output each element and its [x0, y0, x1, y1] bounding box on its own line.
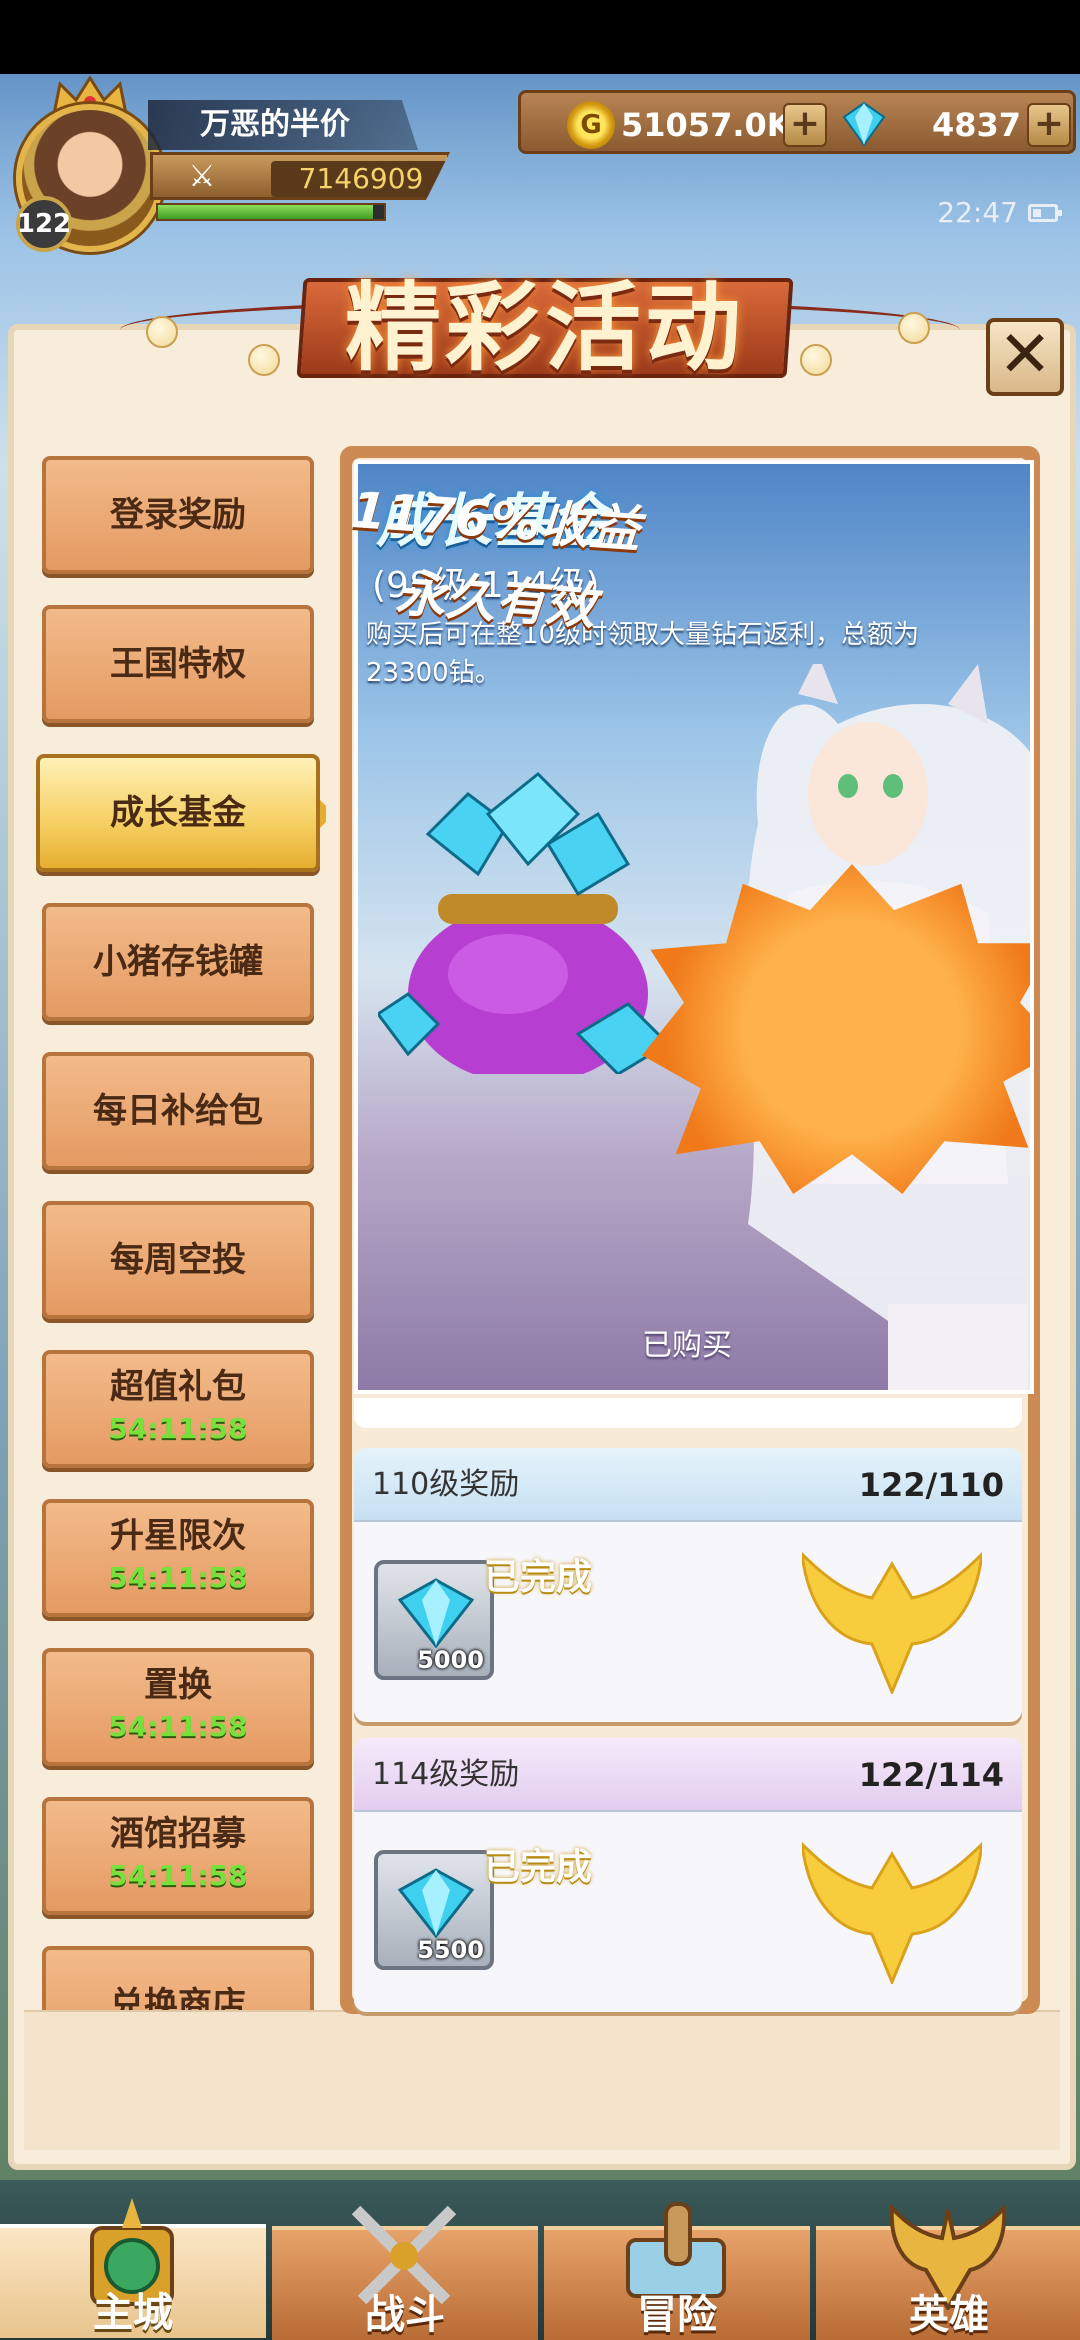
player-level-badge: 122: [16, 196, 72, 252]
nav-label: 战斗: [365, 2292, 445, 2338]
nav-label: 英雄: [909, 2292, 989, 2338]
tab-countdown: 54:11:58: [108, 1561, 248, 1594]
lantern-ball-icon: [146, 316, 178, 348]
gem-amount: 4837: [931, 106, 1021, 144]
tab-countdown: 54:11:58: [108, 1710, 248, 1743]
nav-adventure[interactable]: 冒险: [544, 2202, 810, 2340]
tab-label: 每周空投: [110, 1240, 246, 1280]
tab-label: 酒馆招募: [110, 1814, 246, 1854]
tab-label: 每日补给包: [93, 1091, 263, 1131]
gold-amount: 51057.0K: [621, 106, 792, 144]
winged-emblem-icon: [802, 1841, 982, 1984]
tab-label: 小猪存钱罐: [93, 942, 263, 982]
tab-countdown: 54:11:58: [108, 1412, 248, 1445]
crossed-swords-icon: ⚔: [188, 159, 216, 194]
popup-title-banner: 精彩活动: [296, 248, 794, 388]
tab-label: 置换: [144, 1665, 212, 1705]
reward-header: 110级奖励 122/110: [354, 1448, 1022, 1522]
player-name: 万恶的半价: [148, 100, 418, 150]
nav-label: 冒险: [637, 2292, 717, 2338]
tab-label: 王国特权: [110, 644, 246, 684]
popup-title: 精彩活动: [345, 272, 745, 384]
reward-progress: 122/110: [858, 1466, 1004, 1504]
lantern-ball-icon: [898, 312, 930, 344]
reward-progress: 122/114: [858, 1756, 1004, 1794]
nav-main-city[interactable]: 主城: [0, 2198, 266, 2338]
currency-bar: G 51057.0K + 4837 +: [518, 90, 1076, 154]
tab-countdown: 54:11:58: [108, 1859, 248, 1892]
tab-label: 成长基金: [110, 793, 246, 833]
reward-completed-label: 已完成: [483, 1557, 592, 1598]
combat-power-value: 7146909: [271, 161, 450, 197]
reward-completed-label: 已完成: [483, 1847, 592, 1888]
tab-piggy-bank[interactable]: 小猪存钱罐: [42, 903, 314, 1021]
reward-header: 114级奖励 122/114: [354, 1738, 1022, 1812]
experience-bar: [156, 203, 386, 221]
tab-tavern-recruit[interactable]: 酒馆招募 54:11:58: [42, 1797, 314, 1915]
lantern-ball-icon: [800, 344, 832, 376]
system-status-bar: [0, 0, 1080, 74]
gold-coin-icon: G: [567, 101, 615, 149]
purchased-label: 已购买: [642, 1328, 732, 1363]
tab-weekly-airdrop[interactable]: 每周空投: [42, 1201, 314, 1319]
nav-heroes[interactable]: 英雄: [816, 2203, 1080, 2340]
nav-battle[interactable]: 战斗: [272, 2205, 538, 2340]
player-avatar-frame[interactable]: 122: [10, 76, 170, 252]
tab-label: 超值礼包: [110, 1367, 246, 1407]
banner-bottom-strip: [354, 1398, 1022, 1428]
add-gems-button[interactable]: +: [1027, 103, 1071, 147]
diamond-icon: [842, 101, 886, 147]
diamond-icon: [397, 1578, 475, 1648]
tab-exchange-shop[interactable]: 兑换商店: [42, 1946, 314, 2010]
close-button[interactable]: ✕: [986, 318, 1064, 396]
reward-row: 114级奖励 122/114 5500 已完成: [354, 1738, 1022, 2012]
winged-emblem-icon: [802, 1551, 982, 1694]
add-gold-button[interactable]: +: [783, 103, 827, 147]
clock: 22:47: [937, 196, 1018, 229]
gem-bag-icon: [378, 771, 671, 1074]
tab-exchange[interactable]: 置换 54:11:58: [42, 1648, 314, 1766]
reward-item-count: 5000: [417, 1646, 484, 1674]
battery-icon: [1028, 204, 1062, 222]
tab-login-reward[interactable]: 登录奖励: [42, 456, 314, 574]
tab-star-limit[interactable]: 升星限次 54:11:58: [42, 1499, 314, 1617]
tab-label: 兑换商店: [110, 1985, 246, 2010]
reward-row: 110级奖励 122/110 5000 已完成: [354, 1448, 1022, 1722]
bottom-navigation: 主城 战斗 冒险 英雄: [0, 2180, 1080, 2340]
combat-power-box: ⚔ 7146909: [150, 152, 450, 200]
tab-growth-fund[interactable]: 成长基金: [36, 754, 326, 872]
reward-title: 110级奖励: [372, 1467, 520, 1502]
tab-label: 升星限次: [110, 1516, 246, 1556]
experience-bar-fill: [158, 205, 373, 219]
tab-daily-supply[interactable]: 每日补给包: [42, 1052, 314, 1170]
tab-kingdom-privilege[interactable]: 王国特权: [42, 605, 314, 723]
nav-label: 主城: [93, 2290, 173, 2336]
tab-label: 登录奖励: [110, 495, 246, 535]
diamond-icon: [397, 1868, 475, 1938]
activity-tab-list[interactable]: 登录奖励 王国特权 成长基金 小猪存钱罐 每日补给包 每周空投 超值礼包 54:…: [36, 450, 326, 2010]
panel-footer: [24, 2010, 1060, 2150]
reward-title: 114级奖励: [372, 1757, 520, 1792]
reward-item-count: 5500: [417, 1936, 484, 1964]
lantern-ball-icon: [248, 344, 280, 376]
tab-value-pack[interactable]: 超值礼包 54:11:58: [42, 1350, 314, 1468]
